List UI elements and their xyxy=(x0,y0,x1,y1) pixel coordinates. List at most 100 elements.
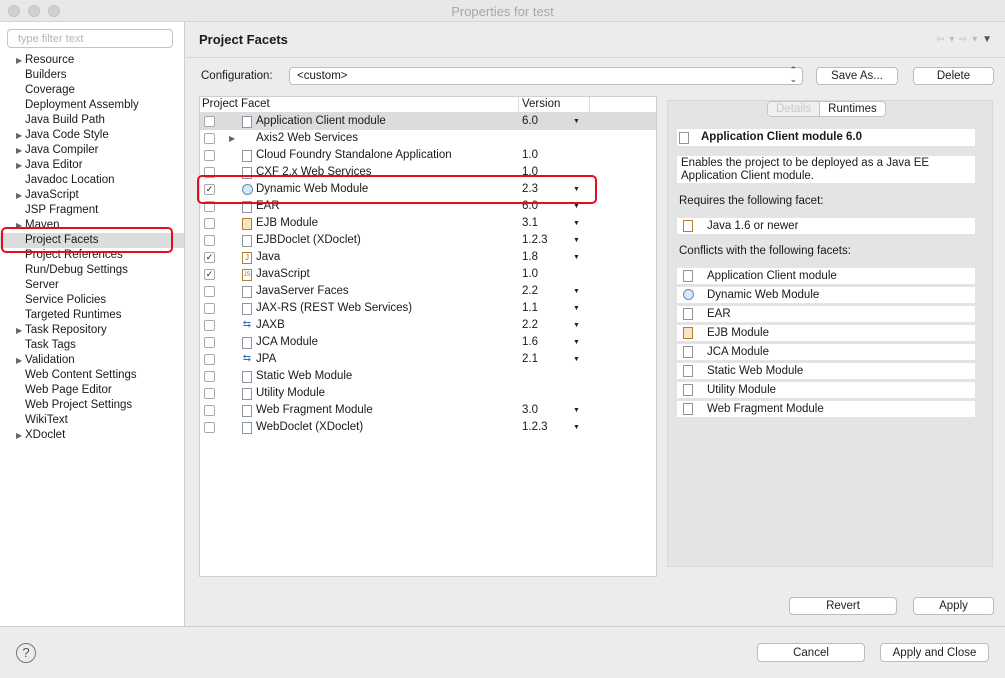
facet-checkbox[interactable] xyxy=(204,320,215,331)
expand-arrow-icon[interactable]: ▶ xyxy=(16,323,22,338)
sidebar-item-web-project-settings[interactable]: Web Project Settings xyxy=(0,398,184,413)
conflicting-facet: Dynamic Web Module xyxy=(677,287,975,303)
version-dropdown-icon[interactable]: ▼ xyxy=(573,419,580,436)
version-dropdown-icon[interactable]: ▼ xyxy=(573,283,580,300)
help-icon[interactable]: ? xyxy=(16,643,36,663)
sidebar-item-xdoclet[interactable]: ▶ XDoclet xyxy=(0,428,184,443)
project-facets-highlight xyxy=(1,227,173,253)
version-dropdown-icon[interactable]: ▼ xyxy=(573,317,580,334)
sidebar-item-task-repository[interactable]: ▶ Task Repository xyxy=(0,323,184,338)
version-dropdown-icon[interactable]: ▼ xyxy=(573,300,580,317)
sidebar-item-java-code-style[interactable]: ▶ Java Code Style xyxy=(0,128,184,143)
required-facet: Java 1.6 or newer xyxy=(677,218,975,234)
facet-checkbox[interactable] xyxy=(204,286,215,297)
facet-checkbox[interactable]: ✓ xyxy=(204,252,215,263)
facet-checkbox[interactable] xyxy=(204,354,215,365)
version-dropdown-icon[interactable]: ▼ xyxy=(573,351,580,368)
version-column-header[interactable]: Version xyxy=(522,98,560,110)
sidebar-item-builders[interactable]: Builders xyxy=(0,68,184,83)
details-tabs: Details Runtimes xyxy=(767,101,886,117)
sidebar-item-service-policies[interactable]: Service Policies xyxy=(0,293,184,308)
version-dropdown-icon[interactable]: ▼ xyxy=(573,249,580,266)
configuration-select[interactable]: <custom> ⌃ ⌄ xyxy=(289,66,803,85)
sidebar-item-java-build-path[interactable]: Java Build Path xyxy=(0,113,184,128)
expand-arrow-icon[interactable]: ▶ xyxy=(16,428,22,443)
facet-checkbox[interactable] xyxy=(204,150,215,161)
sidebar-item-deployment-assembly[interactable]: Deployment Assembly xyxy=(0,98,184,113)
table-row[interactable]: ▶ Axis2 Web Services xyxy=(200,130,656,147)
sidebar-item-resource[interactable]: ▶ Resource xyxy=(0,53,184,68)
facet-checkbox[interactable] xyxy=(204,422,215,433)
sidebar-item-server[interactable]: Server xyxy=(0,278,184,293)
facet-checkbox[interactable]: ✓ xyxy=(204,269,215,280)
expand-arrow-icon[interactable]: ▶ xyxy=(16,188,22,203)
cancel-button[interactable]: Cancel xyxy=(757,643,865,662)
back-arrow-icon[interactable]: ⇦ ▾ xyxy=(936,34,955,45)
forward-arrow-icon[interactable]: ⇨ ▾ xyxy=(959,34,978,45)
table-row[interactable]: Cloud Foundry Standalone Application 1.0 xyxy=(200,147,656,164)
sidebar-item-run-debug-settings[interactable]: Run/Debug Settings xyxy=(0,263,184,278)
facet-checkbox[interactable] xyxy=(204,133,215,144)
table-row[interactable]: ⇆ JPA 2.1 ▼ xyxy=(200,351,656,368)
sidebar-item-java-editor[interactable]: ▶ Java Editor xyxy=(0,158,184,173)
sidebar-item-jsp-fragment[interactable]: JSP Fragment xyxy=(0,203,184,218)
sidebar-item-web-content-settings[interactable]: Web Content Settings xyxy=(0,368,184,383)
table-row[interactable]: ✓ J Java 1.8 ▼ xyxy=(200,249,656,266)
table-row[interactable]: ⇆ JAXB 2.2 ▼ xyxy=(200,317,656,334)
table-row[interactable]: ✓ JS JavaScript 1.0 xyxy=(200,266,656,283)
facet-checkbox[interactable] xyxy=(204,218,215,229)
table-row[interactable]: JCA Module 1.6 ▼ xyxy=(200,334,656,351)
table-row[interactable]: EJB Module 3.1 ▼ xyxy=(200,215,656,232)
sidebar-item-java-compiler[interactable]: ▶ Java Compiler xyxy=(0,143,184,158)
sidebar-item-wikitext[interactable]: WikiText xyxy=(0,413,184,428)
sidebar-item-validation[interactable]: ▶ Validation xyxy=(0,353,184,368)
sidebar-item-label: JavaScript xyxy=(25,189,79,201)
table-row[interactable]: Web Fragment Module 3.0 ▼ xyxy=(200,402,656,419)
expand-arrow-icon[interactable]: ▶ xyxy=(16,158,22,173)
view-menu-icon[interactable]: ▼ xyxy=(982,34,993,45)
table-row[interactable]: Utility Module xyxy=(200,385,656,402)
facet-checkbox[interactable] xyxy=(204,405,215,416)
table-row[interactable]: Static Web Module xyxy=(200,368,656,385)
facet-name: JPA xyxy=(256,353,277,365)
table-row[interactable]: Application Client module 6.0 ▼ xyxy=(200,113,656,130)
version-dropdown-icon[interactable]: ▼ xyxy=(573,402,580,419)
delete-button[interactable]: Delete xyxy=(913,67,994,85)
facet-column-header[interactable]: Project Facet xyxy=(202,98,270,110)
expand-arrow-icon[interactable]: ▶ xyxy=(16,143,22,158)
expand-arrow-icon[interactable]: ▶ xyxy=(16,353,22,368)
facet-checkbox[interactable] xyxy=(204,371,215,382)
table-row[interactable]: WebDoclet (XDoclet) 1.2.3 ▼ xyxy=(200,419,656,436)
facet-checkbox[interactable] xyxy=(204,388,215,399)
expand-arrow-icon[interactable]: ▶ xyxy=(229,130,235,147)
tab-details[interactable]: Details xyxy=(768,102,821,116)
sidebar-item-targeted-runtimes[interactable]: Targeted Runtimes xyxy=(0,308,184,323)
version-dropdown-icon[interactable]: ▼ xyxy=(573,232,580,249)
apply-button[interactable]: Apply xyxy=(913,597,994,615)
revert-button[interactable]: Revert xyxy=(789,597,897,615)
filter-input[interactable] xyxy=(7,29,173,48)
sidebar-item-web-page-editor[interactable]: Web Page Editor xyxy=(0,383,184,398)
version-dropdown-icon[interactable]: ▼ xyxy=(573,215,580,232)
sidebar-item-javadoc-location[interactable]: Javadoc Location xyxy=(0,173,184,188)
facet-version: 1.0 xyxy=(522,268,538,280)
facet-name: WebDoclet (XDoclet) xyxy=(256,421,364,433)
apply-and-close-button[interactable]: Apply and Close xyxy=(880,643,989,662)
facet-checkbox[interactable] xyxy=(204,116,215,127)
version-dropdown-icon[interactable]: ▼ xyxy=(573,113,580,130)
expand-arrow-icon[interactable]: ▶ xyxy=(16,53,22,68)
sidebar-item-javascript[interactable]: ▶ JavaScript xyxy=(0,188,184,203)
conflicting-facet: JCA Module xyxy=(677,344,975,360)
version-dropdown-icon[interactable]: ▼ xyxy=(573,334,580,351)
sidebar-item-task-tags[interactable]: Task Tags xyxy=(0,338,184,353)
table-row[interactable]: JAX-RS (REST Web Services) 1.1 ▼ xyxy=(200,300,656,317)
expand-arrow-icon[interactable]: ▶ xyxy=(16,128,22,143)
facet-checkbox[interactable] xyxy=(204,337,215,348)
facet-checkbox[interactable] xyxy=(204,235,215,246)
table-row[interactable]: EJBDoclet (XDoclet) 1.2.3 ▼ xyxy=(200,232,656,249)
save-as-button[interactable]: Save As... xyxy=(816,67,898,85)
tab-runtimes[interactable]: Runtimes xyxy=(820,102,885,116)
sidebar-item-coverage[interactable]: Coverage xyxy=(0,83,184,98)
facet-checkbox[interactable] xyxy=(204,303,215,314)
table-row[interactable]: JavaServer Faces 2.2 ▼ xyxy=(200,283,656,300)
